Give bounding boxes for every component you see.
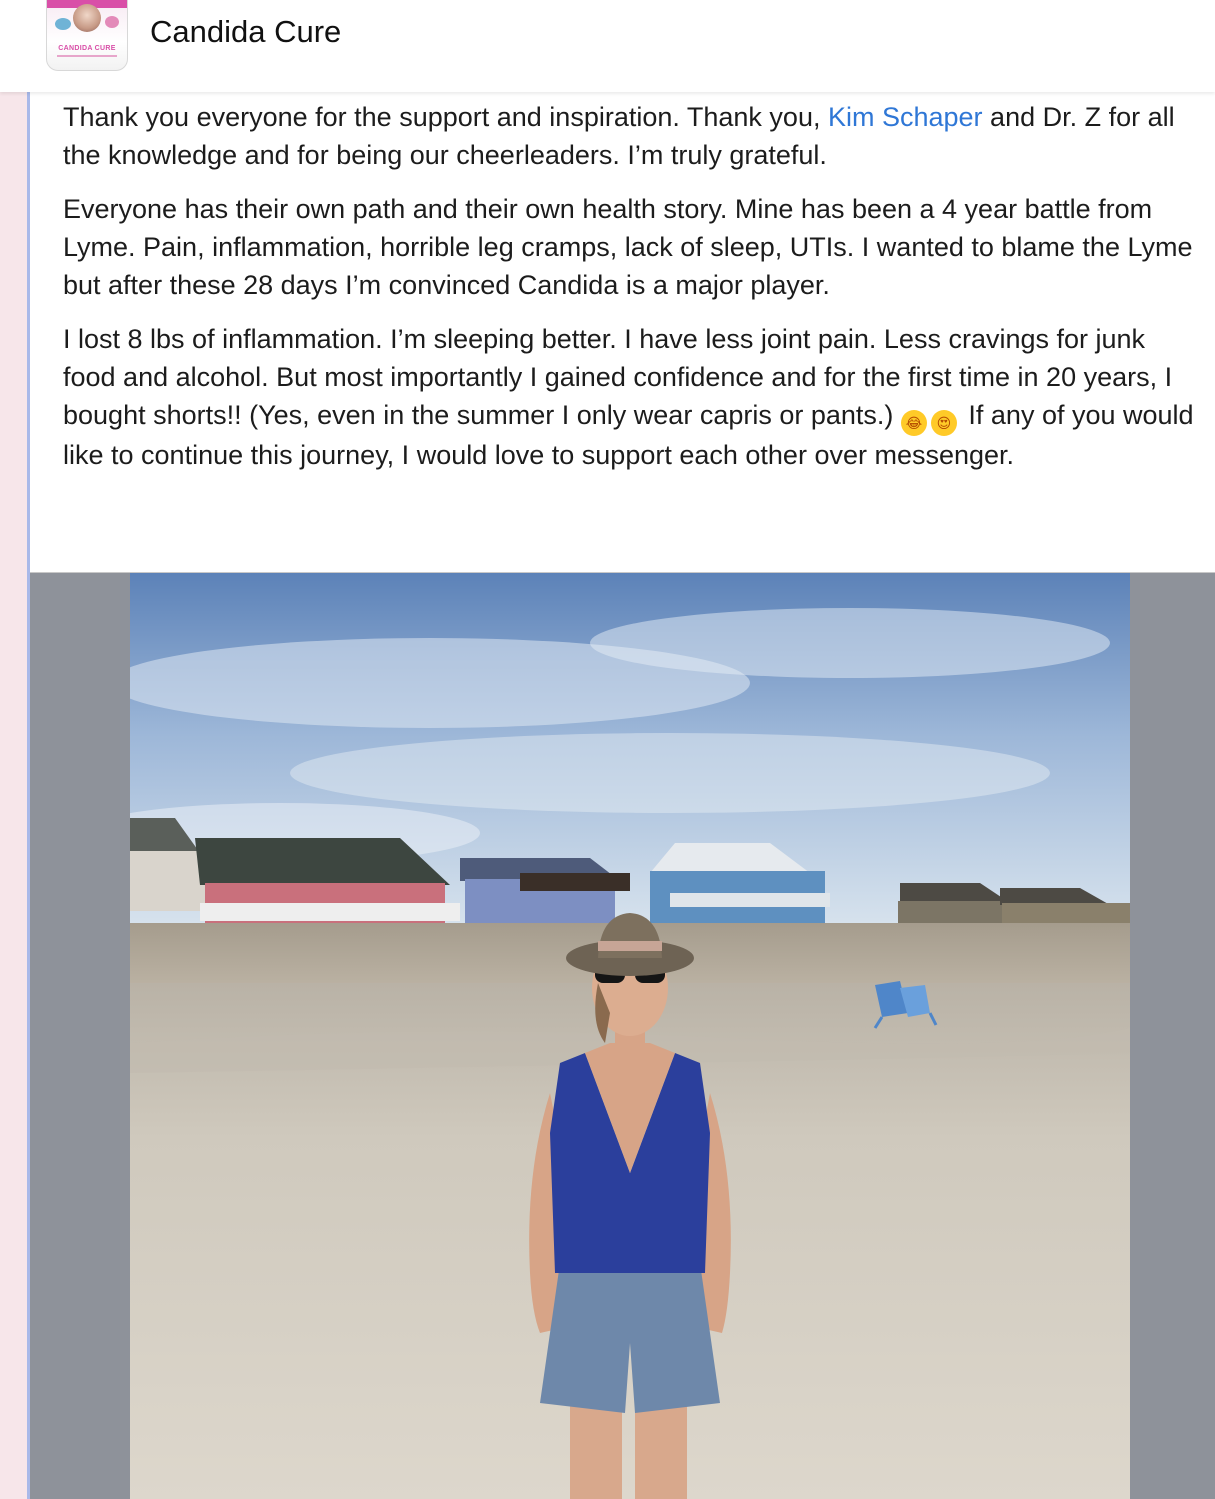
beach-photo-illustration <box>130 573 1130 1499</box>
cloud <box>590 608 1110 678</box>
post-page: CANDIDA CURE Candida Cure Thank you ever… <box>0 0 1215 1499</box>
left-accent-line <box>27 92 30 1499</box>
avatar-portrait <box>73 4 101 32</box>
cloud <box>290 733 1050 813</box>
post-text-segment: Thank you everyone for the support and i… <box>63 102 828 132</box>
page-avatar[interactable]: CANDIDA CURE <box>46 0 128 71</box>
post-paragraph-3: I lost 8 lbs of inflammation. I’m sleepi… <box>63 320 1203 474</box>
avatar-logo-text: CANDIDA CURE <box>58 45 116 52</box>
avatar-decoration <box>105 16 119 28</box>
laughing-tears-emoji-icon: 😂 <box>900 410 927 436</box>
avatar-decoration <box>55 18 71 30</box>
post-photo[interactable] <box>130 573 1130 1499</box>
post-paragraph-1: Thank you everyone for the support and i… <box>63 98 1203 174</box>
post-text: Thank you everyone for the support and i… <box>63 98 1203 490</box>
left-margin-strip <box>0 92 27 1499</box>
heart-eyes-emoji-icon: 😍 <box>930 410 957 436</box>
post-paragraph-2: Everyone has their own path and their ow… <box>63 194 1193 300</box>
post-header: CANDIDA CURE Candida Cure <box>0 0 1215 92</box>
avatar-logo-underline <box>57 55 117 57</box>
mention-link[interactable]: Kim Schaper <box>828 102 983 132</box>
page-name-link[interactable]: Candida Cure <box>150 14 341 50</box>
